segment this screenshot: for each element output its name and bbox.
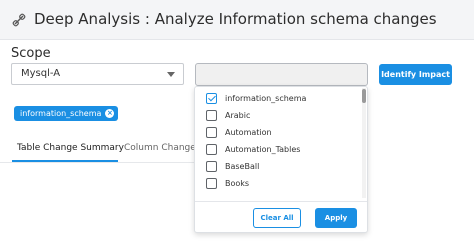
checkbox-checked[interactable] [206, 93, 217, 104]
option-label: Automation_Tables [225, 145, 301, 154]
database-select[interactable]: Mysql-A [11, 63, 184, 85]
chevron-down-icon [167, 72, 175, 77]
page-header: Deep Analysis : Analyze Information sche… [0, 0, 474, 40]
scope-label: Scope [11, 46, 51, 61]
option-label: BaseBall [225, 162, 260, 171]
checkbox[interactable] [206, 127, 217, 138]
tab-table-change-summary[interactable]: Table Change Summary [17, 143, 124, 153]
option-label: information_schema [225, 94, 307, 103]
option-label: Books [225, 179, 250, 188]
apply-button[interactable]: Apply [315, 208, 357, 228]
checkbox[interactable] [206, 178, 217, 189]
page-title: Deep Analysis : Analyze Information sche… [34, 10, 437, 28]
dropdown-scrollbar-track[interactable] [362, 88, 366, 198]
dropdown-divider [195, 201, 367, 202]
clear-all-button[interactable]: Clear All [253, 208, 301, 228]
tabs-divider [0, 162, 200, 163]
checkbox[interactable] [206, 110, 217, 121]
selected-schema-chip: information_schema × [14, 106, 119, 121]
database-select-value: Mysql-A [21, 68, 61, 79]
chip-label: information_schema [20, 109, 102, 118]
identify-impact-button[interactable]: Identify Impact [379, 64, 452, 85]
schema-search-input[interactable] [195, 63, 368, 86]
option-label: Arabic [225, 111, 251, 120]
dropdown-scrollbar-thumb[interactable] [362, 89, 366, 103]
schema-dropdown-panel: information_schema Arabic Automation Aut… [194, 86, 368, 233]
remove-chip-icon[interactable]: × [105, 109, 115, 118]
link-icon [12, 13, 26, 27]
checkbox[interactable] [206, 161, 217, 172]
checkbox[interactable] [206, 144, 217, 155]
option-label: Automation [225, 128, 272, 137]
